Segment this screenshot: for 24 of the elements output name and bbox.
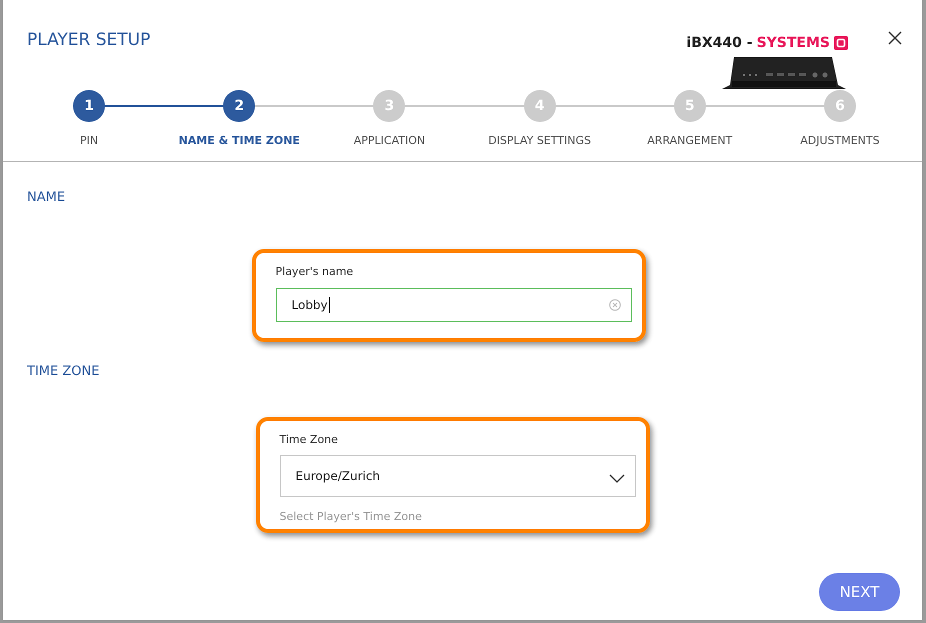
field-label: Time Zone: [280, 433, 338, 446]
chevron-down-icon[interactable]: [608, 474, 624, 483]
dropdown-value: Europe/Zurich: [296, 469, 380, 483]
step-label[interactable]: APPLICATION: [354, 134, 426, 147]
close-icon[interactable]: [888, 31, 902, 45]
window-title: PLAYER SETUP: [27, 30, 152, 50]
step-number[interactable]: 1: [73, 90, 106, 122]
step-label[interactable]: DISPLAY SETTINGS: [488, 134, 591, 147]
field-hint: Select Player's Time Zone: [280, 510, 422, 523]
step-number[interactable]: 2: [223, 90, 256, 122]
step-label[interactable]: ARRANGEMENT: [647, 134, 732, 147]
name-input-field[interactable]: Lobby: [276, 288, 632, 322]
brand-logo-icon: [834, 36, 848, 50]
field-value: Lobby: [292, 298, 328, 312]
section-heading: TIME ZONE: [27, 364, 100, 379]
step-label[interactable]: ADJUSTMENTS: [800, 134, 880, 147]
section-heading: NAME: [27, 190, 66, 205]
field-label: Player's name: [276, 265, 354, 278]
step-label[interactable]: PIN: [80, 134, 98, 147]
time-zone-dropdown[interactable]: Europe/Zurich: [280, 455, 636, 497]
next-button[interactable]: NEXT: [819, 573, 900, 611]
step-label[interactable]: NAME & TIME ZONE: [178, 134, 300, 147]
product-model: iBX440 -: [686, 35, 753, 51]
brand-name: SYSTEMS: [756, 35, 830, 51]
